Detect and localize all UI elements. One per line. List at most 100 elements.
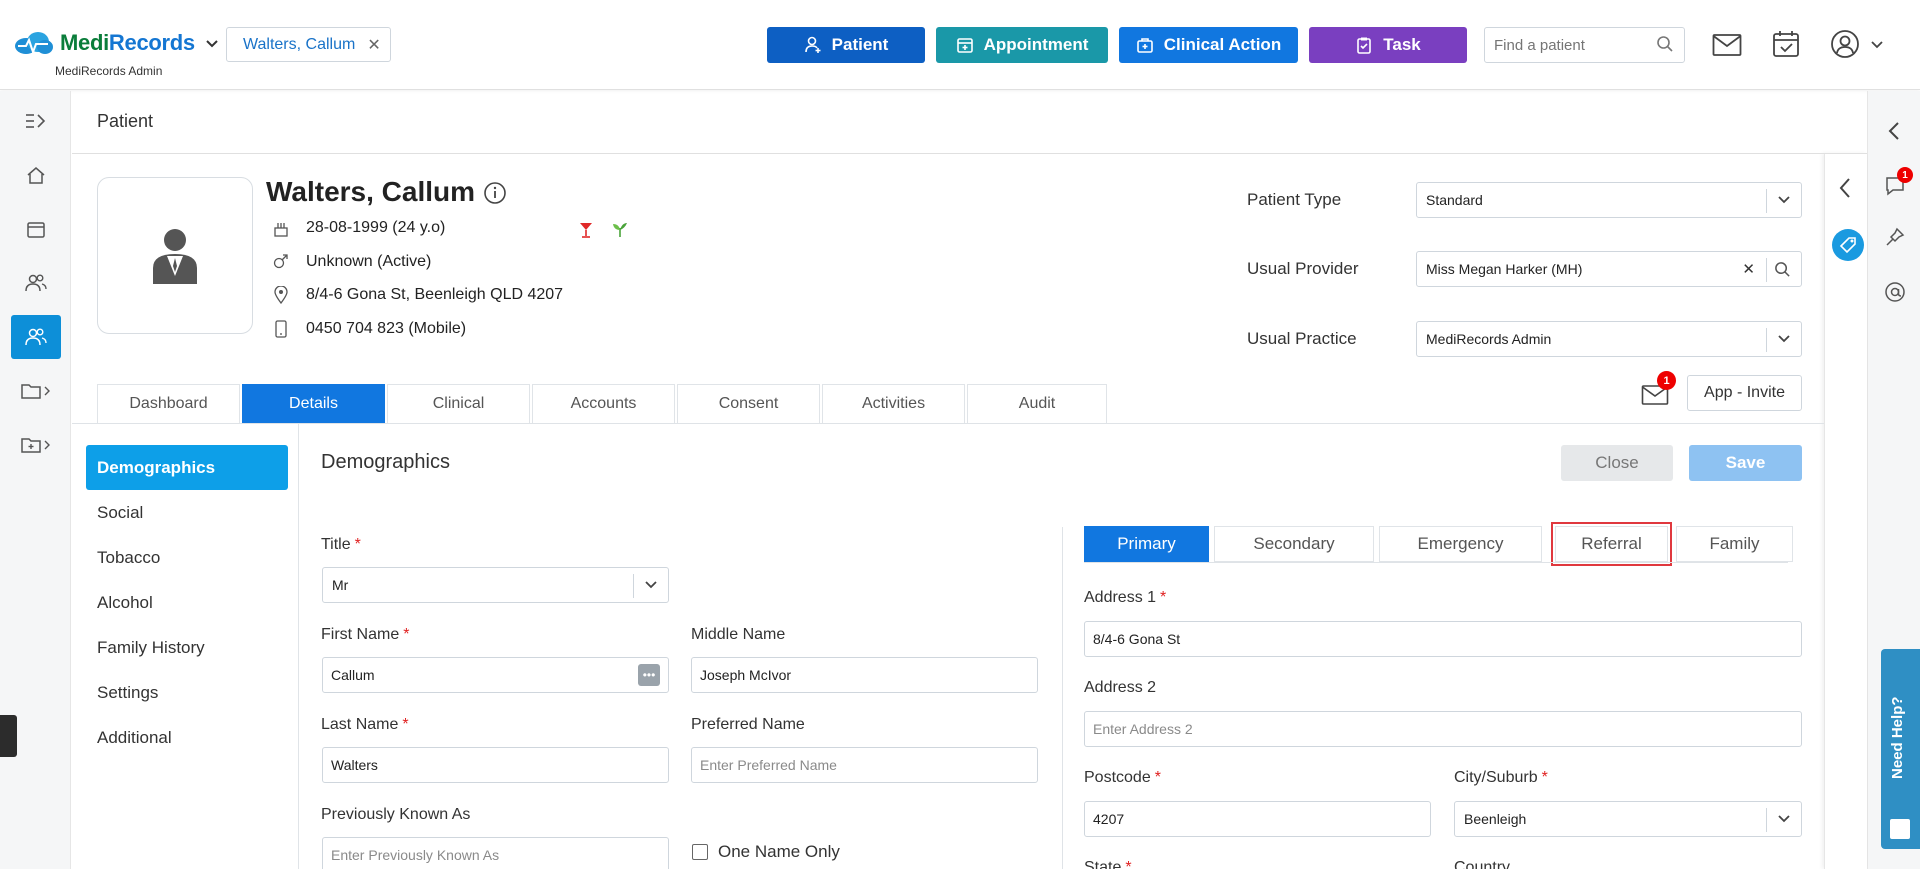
patient-dob: 28-08-1999 (24 y.o) bbox=[306, 219, 446, 236]
tab-audit[interactable]: Audit bbox=[967, 384, 1107, 423]
city-label: City/Suburb * bbox=[1454, 769, 1548, 786]
new-appointment-button[interactable]: Appointment bbox=[936, 27, 1108, 63]
patient-dob-row: 28-08-1999 (24 y.o) bbox=[266, 219, 445, 237]
chevron-down-icon bbox=[645, 581, 657, 589]
subnav-family-history[interactable]: Family History bbox=[86, 625, 288, 670]
search-icon[interactable] bbox=[1656, 35, 1674, 53]
address1-field[interactable] bbox=[1084, 621, 1802, 657]
user-profile-icon[interactable] bbox=[1830, 29, 1860, 59]
app-invite-button[interactable]: App - Invite bbox=[1687, 375, 1802, 411]
chat-badge: 1 bbox=[1897, 167, 1913, 183]
new-patient-button[interactable]: Patient bbox=[767, 27, 925, 63]
tab-emergency[interactable]: Emergency bbox=[1379, 526, 1542, 562]
title-select[interactable]: Mr bbox=[322, 567, 669, 603]
calendar-check-icon[interactable] bbox=[1772, 30, 1800, 58]
subnav-tobacco[interactable]: Tobacco bbox=[86, 535, 288, 580]
usual-provider-value: Miss Megan Harker (MH) bbox=[1426, 261, 1583, 277]
alcohol-glass-icon[interactable] bbox=[579, 222, 593, 238]
chevron-down-icon bbox=[1778, 815, 1790, 823]
first-name-field[interactable] bbox=[322, 657, 669, 693]
need-help-tab[interactable]: Need Help? bbox=[1881, 649, 1920, 849]
tab-secondary[interactable]: Secondary bbox=[1214, 526, 1374, 562]
logo-medi: Medi bbox=[60, 30, 109, 55]
one-name-only-checkbox[interactable] bbox=[692, 844, 708, 860]
patients-icon[interactable] bbox=[11, 315, 61, 359]
postcode-field[interactable] bbox=[1084, 801, 1431, 837]
more-options-icon[interactable]: ••• bbox=[638, 664, 660, 686]
section-title: Demographics bbox=[321, 451, 450, 473]
tab-clinical[interactable]: Clinical bbox=[387, 384, 530, 423]
info-icon[interactable] bbox=[483, 181, 507, 205]
side-widget-tab[interactable] bbox=[0, 715, 17, 757]
subnav-additional[interactable]: Additional bbox=[86, 715, 288, 760]
patient-address: 8/4-6 Gona St, Beenleigh QLD 4207 bbox=[306, 286, 564, 303]
tab-accounts[interactable]: Accounts bbox=[532, 384, 675, 423]
tab-referral[interactable]: Referral bbox=[1551, 522, 1672, 566]
page-title: Patient bbox=[97, 111, 154, 131]
birthday-cake-icon bbox=[274, 223, 288, 237]
last-name-field[interactable] bbox=[322, 747, 669, 783]
details-subnav: Demographics Social Tobacco Alcohol Fami… bbox=[72, 424, 299, 869]
usual-practice-label: Usual Practice bbox=[1247, 329, 1357, 348]
tab-details[interactable]: Details bbox=[242, 384, 385, 423]
save-button[interactable]: Save bbox=[1689, 445, 1802, 481]
patient-type-select[interactable]: Standard bbox=[1416, 182, 1802, 218]
tab-activities[interactable]: Activities bbox=[822, 384, 965, 423]
folder-icon[interactable] bbox=[11, 369, 61, 413]
usual-practice-select[interactable]: MediRecords Admin bbox=[1416, 321, 1802, 357]
close-icon[interactable]: ✕ bbox=[367, 35, 380, 55]
at-sign-icon[interactable] bbox=[1884, 281, 1906, 303]
tab-dashboard[interactable]: Dashboard bbox=[97, 384, 240, 423]
add-user-icon bbox=[804, 36, 821, 53]
address2-field[interactable] bbox=[1084, 711, 1802, 747]
location-pin-icon bbox=[274, 286, 288, 304]
usual-provider-label: Usual Provider bbox=[1247, 259, 1359, 278]
preferred-name-field[interactable] bbox=[691, 747, 1038, 783]
clear-icon[interactable]: ✕ bbox=[1742, 260, 1755, 278]
secondary-rail bbox=[1824, 153, 1867, 869]
tab-family[interactable]: Family bbox=[1676, 526, 1793, 562]
home-icon[interactable] bbox=[11, 153, 61, 197]
logo-cloud-icon bbox=[15, 32, 53, 55]
chevron-left-icon[interactable] bbox=[1838, 177, 1852, 199]
usual-provider-select[interactable]: Miss Megan Harker (MH) ✕ bbox=[1416, 251, 1802, 287]
chevron-down-icon[interactable] bbox=[205, 36, 219, 50]
open-patient-chip[interactable]: Walters, Callum ✕ bbox=[226, 27, 391, 62]
chevron-down-icon bbox=[1778, 335, 1790, 343]
country-label: Country bbox=[1454, 859, 1511, 869]
plant-icon[interactable] bbox=[611, 222, 629, 238]
tag-icon[interactable] bbox=[1832, 229, 1864, 261]
need-help-label: Need Help? bbox=[1889, 696, 1906, 779]
middle-name-field[interactable] bbox=[691, 657, 1038, 693]
patient-avatar[interactable] bbox=[97, 177, 253, 334]
tab-primary[interactable]: Primary bbox=[1084, 526, 1209, 562]
chevron-left-icon[interactable] bbox=[1887, 121, 1901, 141]
city-select[interactable]: Beenleigh bbox=[1454, 801, 1802, 837]
tab-consent[interactable]: Consent bbox=[677, 384, 820, 423]
clinical-action-button[interactable]: Clinical Action bbox=[1119, 27, 1298, 63]
last-name-label: Last Name * bbox=[321, 716, 409, 733]
new-task-button[interactable]: Task bbox=[1309, 27, 1467, 63]
previously-known-field[interactable] bbox=[322, 837, 669, 869]
group-icon[interactable] bbox=[11, 261, 61, 305]
folder-add-icon[interactable] bbox=[11, 423, 61, 467]
preferred-name-label: Preferred Name bbox=[691, 716, 805, 733]
address2-label: Address 2 bbox=[1084, 679, 1157, 696]
pin-icon[interactable] bbox=[1885, 227, 1905, 247]
expand-menu-icon[interactable] bbox=[11, 99, 61, 143]
mail-icon[interactable] bbox=[1712, 33, 1742, 57]
app-logo[interactable]: MediRecords bbox=[12, 30, 219, 56]
subnav-settings[interactable]: Settings bbox=[86, 670, 288, 715]
subnav-alcohol[interactable]: Alcohol bbox=[86, 580, 288, 625]
chevron-down-icon[interactable] bbox=[1870, 40, 1884, 50]
open-patient-name[interactable]: Walters, Callum bbox=[243, 36, 355, 54]
find-patient-input[interactable] bbox=[1484, 27, 1685, 63]
subnav-social[interactable]: Social bbox=[86, 490, 288, 535]
calendar-icon[interactable] bbox=[11, 207, 61, 251]
gender-icon bbox=[273, 254, 288, 269]
search-icon[interactable] bbox=[1774, 261, 1791, 278]
title-value: Mr bbox=[332, 577, 349, 593]
subnav-demographics[interactable]: Demographics bbox=[86, 445, 288, 490]
close-button[interactable]: Close bbox=[1561, 445, 1673, 481]
middle-name-label: Middle Name bbox=[691, 626, 786, 643]
